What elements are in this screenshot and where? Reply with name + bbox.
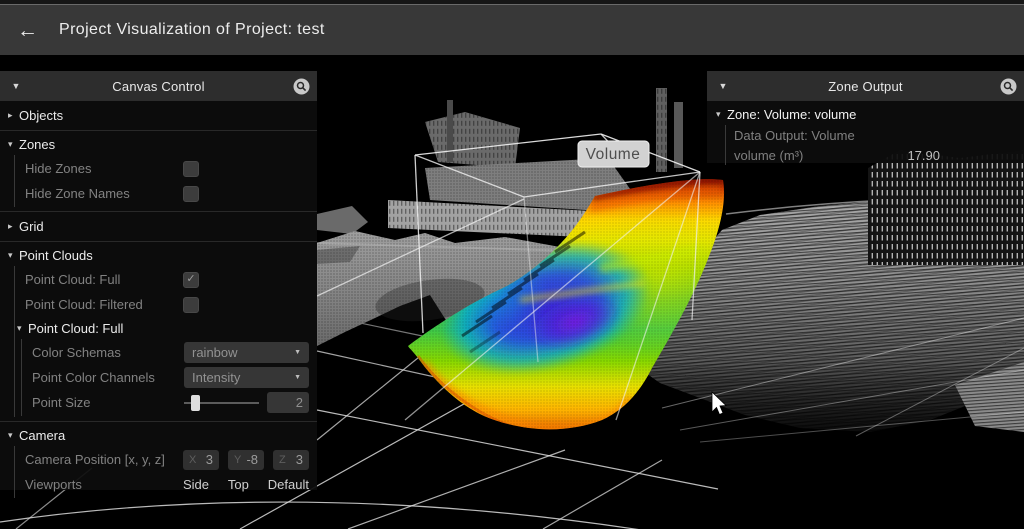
- color-schemas-dropdown[interactable]: rainbow ▼: [184, 342, 309, 363]
- canvas-control-header: ▼ Canvas Control: [0, 71, 317, 101]
- panel-collapse-icon[interactable]: ▼: [707, 81, 739, 91]
- point-color-channels-value: Intensity: [192, 370, 240, 385]
- panel-search-button[interactable]: [992, 78, 1024, 95]
- color-schemas-value: rainbow: [192, 345, 238, 360]
- z-axis-value: 3: [296, 452, 303, 467]
- search-icon: [1000, 78, 1017, 95]
- camera-header[interactable]: ▾ Camera: [0, 425, 317, 446]
- point-color-channels-dropdown[interactable]: Intensity ▼: [184, 367, 309, 388]
- chevron-down-icon: ▾: [716, 109, 727, 120]
- section-camera: ▾ Camera Camera Position [x, y, z] X 3 Y…: [0, 422, 317, 502]
- point-cloud-filtered-row: Point Cloud: Filtered: [15, 292, 317, 317]
- data-output-row: Data Output: Volume: [726, 125, 1024, 145]
- section-grid[interactable]: ▸ Grid: [0, 212, 317, 241]
- section-point-clouds: ▾ Point Clouds Point Cloud: Full ✓ Point…: [0, 242, 317, 421]
- zone-output-title: Zone Output: [739, 79, 992, 94]
- point-cloud-filtered-checkbox[interactable]: [183, 297, 199, 313]
- panel-search-button[interactable]: [285, 78, 317, 95]
- chevron-down-icon: ▾: [8, 430, 19, 441]
- check-icon: ✓: [186, 274, 195, 285]
- point-clouds-header[interactable]: ▾ Point Clouds: [0, 245, 317, 266]
- hide-zones-checkbox[interactable]: [183, 161, 199, 177]
- page-title: Project Visualization of Project: test: [59, 21, 325, 39]
- point-size-slider-track[interactable]: [184, 402, 259, 404]
- color-schemas-label: Color Schemas: [32, 345, 184, 360]
- zone-label: Volume: [578, 141, 649, 167]
- camera-label: Camera: [19, 428, 65, 443]
- point-cloud-full-label: Point Cloud: Full: [25, 272, 183, 287]
- grid-label: Grid: [19, 219, 44, 234]
- viewports-row: Viewports Side Top Default: [15, 472, 317, 497]
- section-objects[interactable]: ▸ Objects: [0, 101, 317, 130]
- point-size-label: Point Size: [32, 395, 184, 410]
- point-cloud-filtered-label: Point Cloud: Filtered: [25, 297, 183, 312]
- dropdown-caret-icon: ▼: [294, 349, 301, 356]
- zone-output-header: ▼ Zone Output: [707, 71, 1024, 101]
- camera-z-input[interactable]: Z 3: [273, 450, 309, 470]
- volume-value: 17.90: [907, 148, 940, 163]
- x-axis-value: 3: [206, 452, 213, 467]
- gray-point-cloud-wall: [868, 150, 1024, 265]
- camera-position-row: Camera Position [x, y, z] X 3 Y -8 Z 3: [15, 447, 317, 472]
- y-axis-value: -8: [246, 452, 258, 467]
- camera-position-label: Camera Position [x, y, z]: [25, 452, 183, 467]
- zone-output-panel: ▼ Zone Output ▾ Zone: Volume: volume Dat…: [707, 71, 1024, 163]
- point-cloud-full-subsection-label: Point Cloud: Full: [28, 321, 123, 336]
- hide-zone-names-checkbox[interactable]: [183, 186, 199, 202]
- viewport-default-button[interactable]: Default: [268, 477, 309, 492]
- zone-volume-header[interactable]: ▾ Zone: Volume: volume: [707, 104, 1024, 125]
- chevron-down-icon: ▾: [8, 250, 19, 261]
- hide-zones-label: Hide Zones: [25, 161, 183, 176]
- back-arrow-icon[interactable]: ←: [17, 20, 38, 41]
- volume-value-row: volume (m³) 17.90: [726, 145, 1024, 165]
- chevron-down-icon: ▾: [17, 323, 28, 334]
- point-color-channels-row: Point Color Channels Intensity ▼: [22, 365, 317, 390]
- chevron-down-icon: ▾: [8, 139, 19, 150]
- camera-y-input[interactable]: Y -8: [228, 450, 264, 470]
- panel-collapse-icon[interactable]: ▼: [0, 81, 32, 91]
- canvas-control-title: Canvas Control: [32, 79, 285, 94]
- point-color-channels-label: Point Color Channels: [32, 370, 184, 385]
- app-window: Volume ← Project Visualization of Projec…: [0, 0, 1024, 529]
- section-zones: ▾ Zones Hide Zones Hide Zone Names: [0, 131, 317, 211]
- viewport-top-button[interactable]: Top: [228, 477, 249, 492]
- point-cloud-full-checkbox[interactable]: ✓: [183, 272, 199, 288]
- zone-label-text: Volume: [586, 146, 641, 163]
- window-top-strip: [0, 0, 1024, 5]
- point-cloud-full-row: Point Cloud: Full ✓: [15, 267, 317, 292]
- hide-zone-names-label: Hide Zone Names: [25, 186, 183, 201]
- dropdown-caret-icon: ▼: [294, 374, 301, 381]
- point-size-row: Point Size 2: [22, 390, 317, 415]
- chevron-right-icon: ▸: [8, 221, 19, 232]
- chevron-right-icon: ▸: [8, 110, 19, 121]
- hide-zones-row: Hide Zones: [15, 156, 317, 181]
- hide-zone-names-row: Hide Zone Names: [15, 181, 317, 206]
- objects-label: Objects: [19, 108, 63, 123]
- point-cloud-full-subsection-header[interactable]: ▾ Point Cloud: Full: [15, 317, 317, 339]
- viewport-side-button[interactable]: Side: [183, 477, 209, 492]
- zones-header[interactable]: ▾ Zones: [0, 134, 317, 155]
- x-axis-label: X: [189, 454, 196, 466]
- canvas-control-panel: ▼ Canvas Control ▸ Objects ▾ Zones: [0, 71, 317, 490]
- point-clouds-label: Point Clouds: [19, 248, 93, 263]
- search-icon: [293, 78, 310, 95]
- volume-unit-label: volume (m³): [734, 148, 803, 163]
- app-header: ← Project Visualization of Project: test: [0, 5, 1024, 55]
- point-size-slider-thumb[interactable]: [191, 395, 200, 411]
- z-axis-label: Z: [279, 454, 286, 466]
- y-axis-label: Y: [234, 454, 241, 466]
- zone-volume-label: Zone: Volume: volume: [727, 107, 856, 122]
- viewports-label: Viewports: [25, 477, 183, 492]
- color-schemas-row: Color Schemas rainbow ▼: [22, 340, 317, 365]
- zones-label: Zones: [19, 137, 55, 152]
- data-output-label: Data Output: Volume: [734, 128, 855, 143]
- point-size-value-input[interactable]: 2: [267, 392, 309, 413]
- camera-x-input[interactable]: X 3: [183, 450, 219, 470]
